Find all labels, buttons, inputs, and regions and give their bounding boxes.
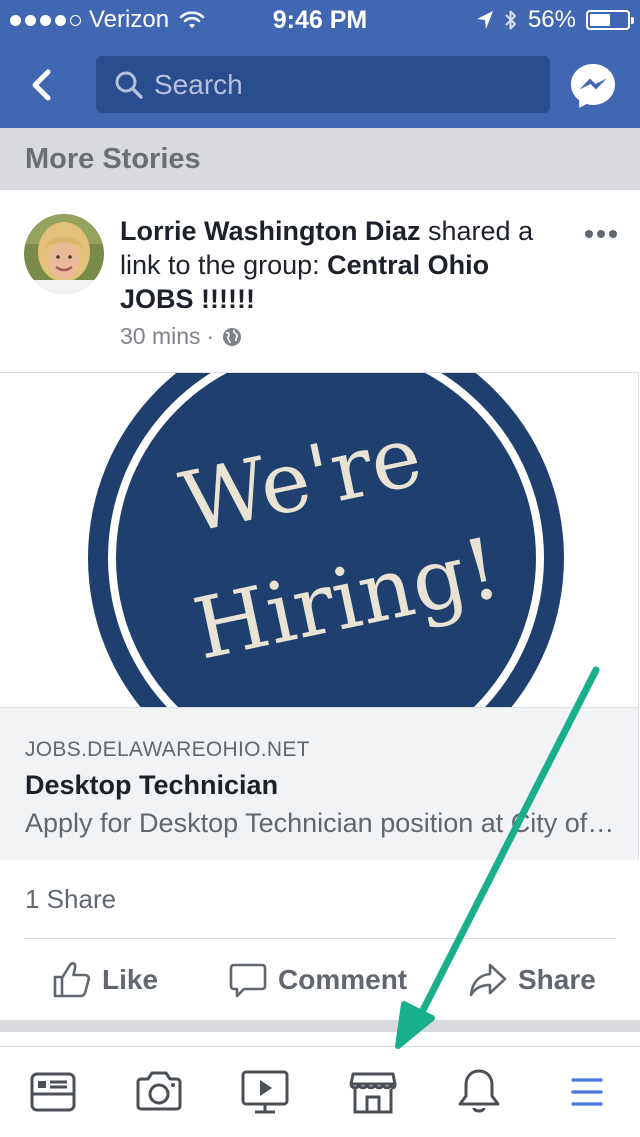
meta-separator: ·	[206, 323, 215, 349]
feed-separator	[0, 1020, 640, 1032]
share-arrow-icon	[469, 963, 507, 997]
link-title[interactable]: Desktop Technician	[25, 770, 278, 801]
post-header-text: Lorrie Washington Diaz shared a link to …	[120, 214, 565, 316]
globe-icon	[223, 327, 242, 346]
post-timestamp[interactable]: 30 mins	[120, 323, 201, 350]
battery-level	[590, 14, 610, 26]
marketplace-icon	[349, 1072, 397, 1114]
status-bar: Verizon 9:46 PM 56%	[0, 0, 640, 40]
post-meta: 30 mins ·	[120, 323, 242, 350]
author-avatar[interactable]	[24, 214, 104, 294]
share-count[interactable]: 1 Share	[25, 884, 116, 915]
location-arrow-icon	[476, 11, 493, 29]
tab-camera[interactable]	[106, 1047, 212, 1137]
link-preview-card[interactable]: We're Hiring! JOBS.DELAWAREOHIO.NET Desk…	[0, 372, 639, 860]
camera-icon	[136, 1071, 182, 1111]
thumbs-up-icon	[53, 962, 91, 998]
hiring-graphic: We're Hiring!	[88, 373, 564, 707]
avatar-photo	[24, 214, 104, 294]
battery-icon	[586, 10, 634, 30]
top-header: Verizon 9:46 PM 56% Search	[0, 0, 640, 128]
author-name[interactable]: Lorrie Washington Diaz	[120, 216, 421, 246]
more-stories-header: More Stories	[0, 128, 640, 190]
divider	[24, 938, 616, 939]
comment-bubble-icon	[229, 963, 267, 998]
link-info[interactable]: JOBS.DELAWAREOHIO.NET Desktop Technician…	[0, 707, 638, 860]
watch-video-icon	[241, 1070, 289, 1114]
link-description: Apply for Desktop Technician position at…	[25, 808, 615, 838]
share-button[interactable]: Share	[468, 958, 596, 1002]
share-label: Share	[518, 964, 596, 995]
comment-label: Comment	[278, 964, 408, 995]
search-placeholder: Search	[154, 69, 243, 100]
section-title: More Stories	[25, 143, 201, 175]
link-preview-image: We're Hiring!	[0, 373, 638, 707]
news-feed-icon	[30, 1072, 76, 1112]
link-domain: JOBS.DELAWAREOHIO.NET	[25, 738, 310, 761]
like-label: Like	[102, 964, 159, 995]
more-options-icon[interactable]	[583, 222, 619, 246]
search-input[interactable]: Search	[96, 56, 550, 113]
bluetooth-icon	[505, 10, 516, 30]
like-button[interactable]: Like	[52, 958, 158, 1002]
comment-button[interactable]: Comment	[228, 958, 407, 1002]
tab-notifications[interactable]	[426, 1047, 532, 1137]
tab-watch[interactable]	[212, 1047, 318, 1137]
navigation-bar: Search	[0, 40, 640, 128]
status-right: 56%	[476, 6, 634, 34]
tab-marketplace[interactable]	[320, 1047, 426, 1137]
tab-news-feed[interactable]	[0, 1047, 106, 1137]
notifications-bell-icon	[458, 1069, 500, 1113]
back-chevron-icon[interactable]	[18, 62, 64, 108]
search-icon	[115, 71, 143, 99]
battery-percent: 56%	[527, 6, 576, 33]
bottom-tab-bar	[0, 1046, 640, 1137]
tab-menu[interactable]	[534, 1047, 640, 1137]
messenger-icon[interactable]	[568, 61, 618, 111]
menu-icon	[571, 1078, 603, 1106]
